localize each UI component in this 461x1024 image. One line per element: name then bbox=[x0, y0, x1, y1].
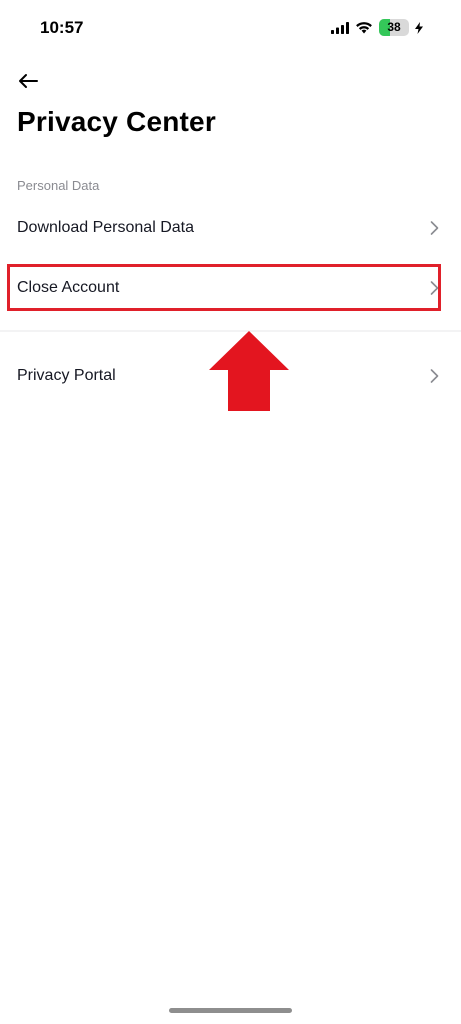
battery-level: 38 bbox=[387, 20, 401, 34]
status-time: 10:57 bbox=[40, 18, 84, 37]
chevron-right-icon bbox=[430, 369, 439, 383]
chevron-right-icon bbox=[430, 281, 439, 295]
back-button[interactable] bbox=[14, 68, 42, 94]
status-icons: 38 bbox=[331, 19, 423, 36]
arrow-left-icon bbox=[19, 74, 38, 88]
signal-icon bbox=[331, 21, 349, 34]
chevron-right-icon bbox=[430, 221, 439, 235]
charging-bolt-icon bbox=[415, 21, 423, 34]
battery-icon: 38 bbox=[379, 19, 409, 36]
privacy-portal-label: Privacy Portal bbox=[17, 367, 116, 384]
red-up-arrow-icon bbox=[209, 331, 289, 411]
close-account-label: Close Account bbox=[17, 279, 120, 296]
download-personal-data-item[interactable]: Download Personal Data bbox=[0, 200, 461, 256]
download-personal-data-label: Download Personal Data bbox=[17, 219, 194, 236]
section-label-personal-data: Personal Data bbox=[17, 178, 100, 193]
page-title: Privacy Center bbox=[17, 106, 216, 137]
status-bar: 10:57 38 bbox=[0, 0, 461, 56]
close-account-item[interactable]: Close Account bbox=[0, 260, 461, 316]
wifi-icon bbox=[356, 22, 372, 34]
home-indicator[interactable] bbox=[169, 1008, 292, 1013]
